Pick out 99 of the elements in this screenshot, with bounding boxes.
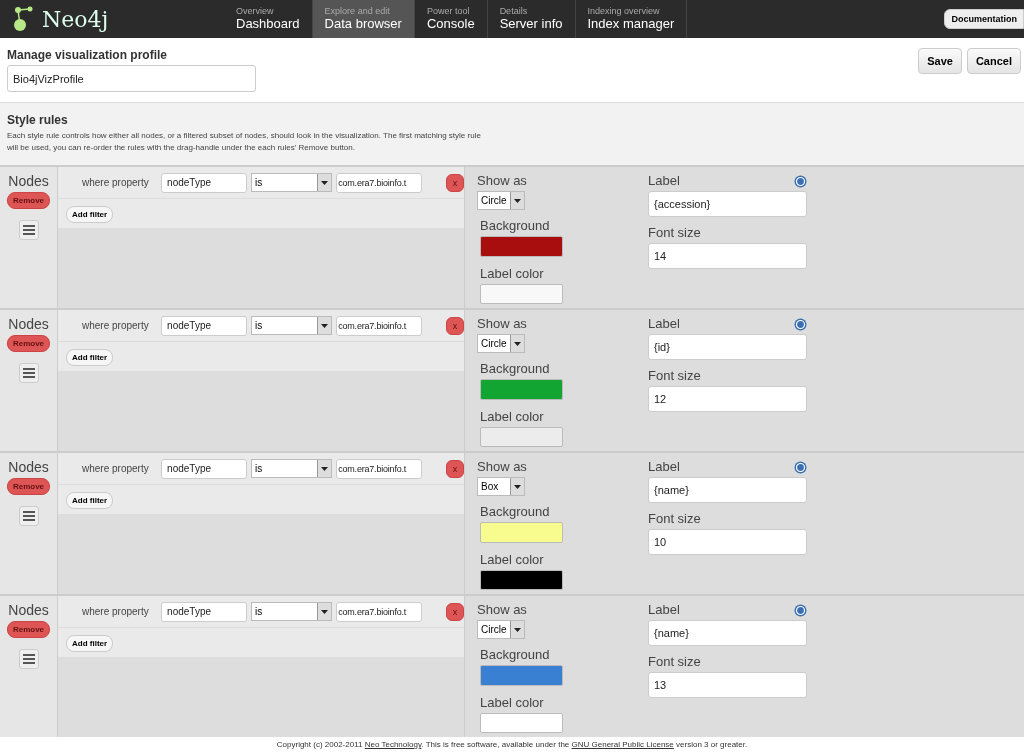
caret-icon bbox=[317, 603, 332, 620]
nav-tab[interactable]: Indexing overview Index manager bbox=[575, 0, 688, 38]
field-label: Show as bbox=[477, 173, 528, 188]
drag-handle[interactable] bbox=[18, 220, 39, 240]
label-field[interactable]: {name} bbox=[648, 477, 807, 503]
value-field[interactable]: com.era7.bioinfo.t bbox=[336, 458, 423, 479]
section-heading: Manage visualization profile bbox=[7, 48, 169, 62]
help-icon[interactable] bbox=[794, 603, 807, 617]
nav-tab[interactable]: Explore and edit Data browser bbox=[312, 0, 415, 38]
cancel-button[interactable]: Cancel bbox=[966, 48, 1021, 74]
description-text: Each style rule controls how either all nodes, or a filtered subset of nodes, should look in the visualization. The first matching style rule will be used, you can re-order the rules with the drag-handle under the each rules' Remove button. bbox=[7, 130, 482, 154]
label-color-swatch[interactable] bbox=[480, 426, 563, 447]
footer-text: Copyright (c) 2002-2011 Neo Technology. This is free software, available under the GNU General Public License version 3 or greater. bbox=[275, 739, 749, 749]
filter-label: where property bbox=[82, 606, 150, 617]
background-swatch[interactable] bbox=[480, 379, 563, 400]
operator-select[interactable]: is bbox=[251, 459, 333, 478]
filter-label: where property bbox=[82, 177, 150, 188]
rule-target: Nodes bbox=[8, 602, 49, 618]
field-label: Background bbox=[480, 647, 551, 662]
shape-select[interactable]: Box bbox=[477, 477, 525, 496]
label-field[interactable]: {accession} bbox=[648, 191, 807, 217]
drag-handle[interactable] bbox=[18, 506, 39, 526]
menu-icon bbox=[22, 225, 35, 235]
documentation-button[interactable]: Documentation bbox=[944, 9, 1024, 29]
field-label: Font size bbox=[648, 368, 702, 383]
add-filter-button[interactable]: Add filter bbox=[66, 492, 114, 509]
shape-select[interactable]: Circle bbox=[477, 620, 525, 639]
menu-icon bbox=[22, 368, 35, 378]
filter-label: where property bbox=[82, 463, 150, 474]
caret-icon bbox=[510, 192, 524, 209]
value-field[interactable]: com.era7.bioinfo.t bbox=[336, 601, 423, 622]
label-field[interactable]: {id} bbox=[648, 334, 807, 360]
shape-select[interactable]: Circle bbox=[477, 191, 525, 210]
shape-select[interactable]: Circle bbox=[477, 334, 525, 353]
operator-select[interactable]: is bbox=[251, 316, 333, 335]
nav-tab[interactable]: Overview Dashboard bbox=[224, 0, 313, 38]
help-icon[interactable] bbox=[794, 460, 807, 474]
field-label: Show as bbox=[477, 602, 528, 617]
field-label: Label color bbox=[480, 265, 545, 281]
menu-icon bbox=[22, 654, 35, 664]
background-swatch[interactable] bbox=[480, 665, 563, 686]
nav-tab[interactable]: Power tool Console bbox=[414, 0, 488, 38]
field-label: Font size bbox=[648, 654, 702, 669]
save-button[interactable]: Save bbox=[918, 48, 962, 74]
value-field[interactable]: com.era7.bioinfo.t bbox=[336, 315, 423, 336]
font-size-field[interactable]: 10 bbox=[648, 529, 807, 555]
operator-select[interactable]: is bbox=[251, 602, 333, 621]
field-label: Label bbox=[648, 459, 680, 474]
field-label: Font size bbox=[648, 511, 702, 526]
font-size-field[interactable]: 14 bbox=[648, 243, 807, 269]
add-filter-button[interactable]: Add filter bbox=[66, 635, 114, 652]
label-field[interactable]: {name} bbox=[648, 620, 807, 646]
nav-tab[interactable]: Details Server info bbox=[487, 0, 576, 38]
caret-icon bbox=[317, 317, 332, 334]
help-icon[interactable] bbox=[794, 174, 807, 188]
value-field[interactable]: com.era7.bioinfo.t bbox=[336, 172, 423, 193]
property-field[interactable]: nodeType bbox=[161, 601, 248, 622]
property-field[interactable]: nodeType bbox=[161, 458, 248, 479]
caret-icon bbox=[317, 174, 332, 191]
field-label: Background bbox=[480, 361, 551, 376]
drag-handle[interactable] bbox=[18, 363, 39, 383]
caret-icon bbox=[510, 335, 524, 352]
font-size-field[interactable]: 12 bbox=[648, 386, 807, 412]
field-label: Show as bbox=[477, 316, 528, 331]
label-color-swatch[interactable] bbox=[480, 712, 563, 733]
rule-target: Nodes bbox=[8, 173, 49, 189]
background-swatch[interactable] bbox=[480, 236, 563, 257]
field-label: Label color bbox=[480, 408, 545, 424]
property-field[interactable]: nodeType bbox=[161, 315, 248, 336]
label-color-swatch[interactable] bbox=[480, 283, 563, 304]
field-label: Font size bbox=[648, 225, 702, 240]
background-swatch[interactable] bbox=[480, 522, 563, 543]
add-filter-button[interactable]: Add filter bbox=[66, 206, 114, 223]
font-size-field[interactable]: 13 bbox=[648, 672, 807, 698]
filter-label: where property bbox=[82, 320, 150, 331]
operator-select[interactable]: is bbox=[251, 173, 333, 192]
caret-icon bbox=[510, 621, 524, 638]
field-label: Label bbox=[648, 173, 680, 188]
caret-icon bbox=[317, 460, 332, 477]
property-field[interactable]: nodeType bbox=[161, 172, 248, 193]
drag-handle[interactable] bbox=[18, 649, 39, 669]
rule-target: Nodes bbox=[8, 316, 49, 332]
field-label: Label color bbox=[480, 551, 545, 567]
label-color-swatch[interactable] bbox=[480, 569, 563, 590]
add-filter-button[interactable]: Add filter bbox=[66, 349, 114, 366]
caret-icon bbox=[510, 478, 524, 495]
field-label: Background bbox=[480, 504, 551, 519]
help-icon[interactable] bbox=[794, 317, 807, 331]
field-label: Show as bbox=[477, 459, 528, 474]
rule-target: Nodes bbox=[8, 459, 49, 475]
menu-icon bbox=[22, 511, 35, 521]
field-label: Label color bbox=[480, 694, 545, 710]
field-label: Label bbox=[648, 316, 680, 331]
field-label: Label bbox=[648, 602, 680, 617]
section-heading: Style rules bbox=[7, 113, 69, 127]
field-label: Background bbox=[480, 218, 551, 233]
footer-link[interactable]: GNU General Public License bbox=[571, 740, 674, 749]
profile-name-field[interactable]: Bio4jVizProfile bbox=[7, 65, 256, 92]
brand-name: Neo4j bbox=[42, 6, 109, 32]
